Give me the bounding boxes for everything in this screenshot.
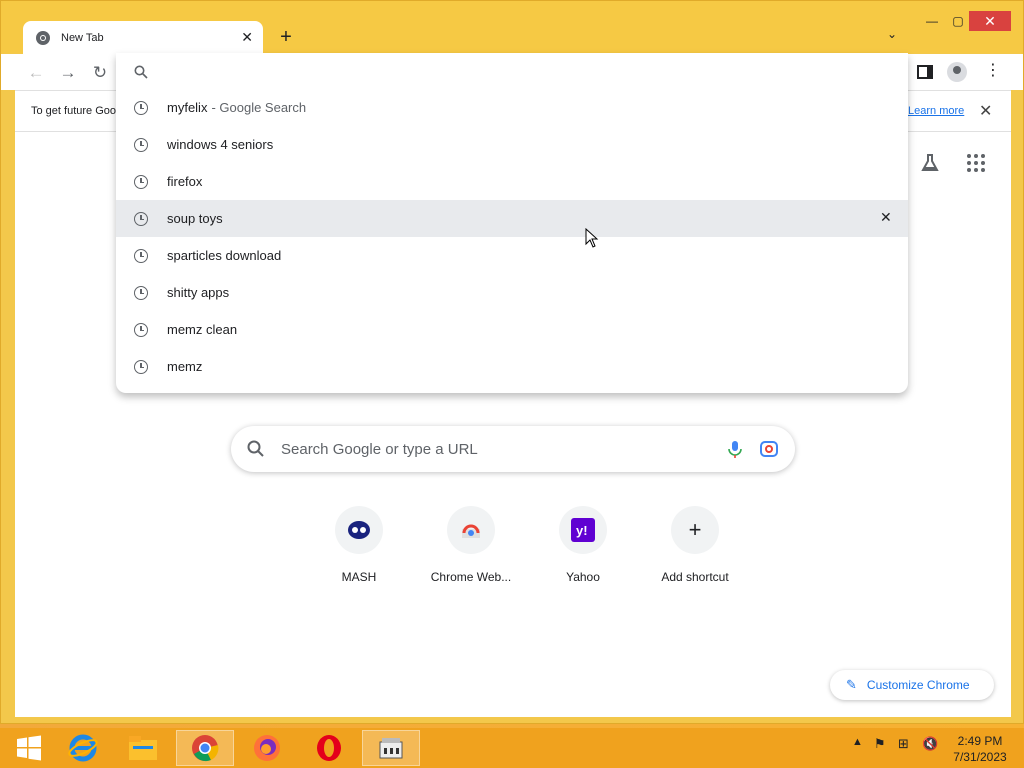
suggestion-row[interactable]: sparticles download	[116, 237, 908, 274]
mouse-cursor-icon	[585, 228, 599, 248]
learn-more-link[interactable]: Learn more	[908, 105, 964, 117]
taskbar: ▲ ⚑ ⊞ 🔇 2:49 PM 7/31/2023	[0, 728, 1024, 768]
suggestion-row[interactable]: firefox	[116, 163, 908, 200]
history-clock-icon	[134, 100, 148, 115]
suggestion-text: memz clean	[167, 322, 238, 337]
suggestion-row[interactable]: windows 4 seniors	[116, 126, 908, 163]
suggestion-row[interactable]: shitty apps	[116, 274, 908, 311]
shortcuts-grid: MASH Chrome Web... y! Yahoo + Add shortc…	[303, 506, 751, 606]
show-hidden-icons-icon[interactable]: ▲	[852, 736, 863, 748]
suggestion-text: myfelix	[167, 100, 208, 115]
tab-close-icon[interactable]: ✕	[241, 29, 253, 46]
omnibox-input[interactable]	[160, 61, 860, 81]
omnibox	[116, 53, 908, 89]
suggestion-text: windows 4 seniors	[167, 137, 274, 152]
info-bar-close-icon[interactable]: ✕	[979, 101, 992, 121]
omnibox-dropdown: myfelix - Google Search windows 4 senior…	[116, 53, 908, 393]
suggestion-text: shitty apps	[167, 285, 230, 300]
search-placeholder: Search Google or type a URL	[281, 440, 478, 458]
shortcut-tile[interactable]: Chrome Web...	[415, 506, 527, 584]
mash-icon	[335, 506, 383, 554]
firefox-icon[interactable]	[238, 730, 296, 766]
windows-logo-icon	[17, 735, 41, 761]
suggestion-row[interactable]: myfelix - Google Search	[116, 89, 908, 126]
history-clock-icon	[134, 322, 148, 337]
chrome-favicon-icon	[36, 30, 50, 45]
volume-muted-icon[interactable]: 🔇	[922, 736, 938, 752]
suggestion-text: soup toys	[167, 211, 223, 226]
shortcut-label: Chrome Web...	[430, 570, 512, 584]
history-clock-icon	[134, 248, 148, 263]
history-clock-icon	[134, 211, 148, 226]
chrome-web-store-icon	[447, 506, 495, 554]
suggestion-suffix: - Google Search	[211, 100, 307, 115]
suggestion-row-highlighted[interactable]: soup toys ✕	[116, 200, 908, 237]
suggestion-text: memz	[167, 359, 203, 374]
plus-icon: +	[671, 506, 719, 554]
minimize-button[interactable]: —	[919, 11, 945, 31]
system-clock[interactable]: 2:49 PM 7/31/2023	[950, 733, 1010, 765]
history-clock-icon	[134, 359, 148, 374]
action-center-flag-icon[interactable]: ⚑	[874, 736, 886, 752]
history-clock-icon	[134, 285, 148, 300]
profile-avatar-icon[interactable]	[947, 62, 967, 82]
shortcut-tile[interactable]: y! Yahoo	[527, 506, 639, 584]
internet-explorer-icon[interactable]	[54, 730, 112, 766]
search-icon	[247, 440, 264, 457]
clock-time: 2:49 PM	[957, 734, 1003, 748]
side-panel-icon[interactable]	[917, 65, 933, 79]
tab-new-tab[interactable]: New Tab ✕	[23, 21, 263, 54]
svg-text:y!: y!	[576, 523, 588, 538]
labs-flask-icon[interactable]	[919, 152, 941, 174]
customize-chrome-button[interactable]: ✎ Customize Chrome	[830, 670, 994, 700]
shortcut-tile[interactable]: MASH	[303, 506, 415, 584]
suggestion-text: firefox	[167, 174, 203, 189]
tab-search-chevron-icon[interactable]: ⌄	[887, 27, 897, 41]
pencil-icon: ✎	[846, 677, 857, 692]
info-bar-text: To get future Goo	[31, 105, 116, 117]
reload-icon[interactable]: ↻	[89, 62, 111, 84]
opera-icon[interactable]	[300, 730, 358, 766]
new-tab-button[interactable]: +	[275, 27, 297, 47]
suggestion-row[interactable]: memz	[116, 348, 908, 385]
file-explorer-icon[interactable]	[114, 730, 172, 766]
ntp-search-box[interactable]: Search Google or type a URL	[231, 426, 795, 472]
title-bar: New Tab ✕ + ⌄ — ▢ ✕	[1, 1, 1023, 54]
more-menu-icon[interactable]: ⋮	[985, 60, 1001, 80]
close-window-button[interactable]: ✕	[969, 11, 1011, 31]
start-button[interactable]	[0, 730, 58, 766]
network-icon[interactable]: ⊞	[898, 736, 909, 752]
shortcut-label: Add shortcut	[661, 570, 729, 584]
history-clock-icon	[134, 174, 148, 189]
back-arrow-icon[interactable]: ←	[25, 62, 47, 84]
google-lens-icon[interactable]	[759, 439, 779, 459]
google-apps-icon[interactable]	[967, 154, 985, 172]
history-clock-icon	[134, 137, 148, 152]
omnibox-search-icon	[134, 65, 148, 79]
shortcut-label: Yahoo	[566, 570, 600, 584]
chrome-taskbar-icon[interactable]	[176, 730, 234, 766]
suggestion-text: sparticles download	[167, 248, 282, 263]
voice-search-icon[interactable]	[725, 439, 745, 459]
maximize-button[interactable]: ▢	[945, 11, 971, 31]
remove-suggestion-icon[interactable]: ✕	[880, 209, 892, 226]
suggestion-row[interactable]: memz clean	[116, 311, 908, 348]
yahoo-icon: y!	[559, 506, 607, 554]
tab-title: New Tab	[61, 31, 104, 44]
store-app-icon[interactable]	[362, 730, 420, 766]
clock-date: 7/31/2023	[953, 750, 1007, 764]
customize-chrome-label: Customize Chrome	[866, 678, 970, 692]
add-shortcut-button[interactable]: + Add shortcut	[639, 506, 751, 584]
shortcut-label: MASH	[341, 570, 377, 584]
forward-arrow-icon[interactable]: →	[57, 62, 79, 84]
